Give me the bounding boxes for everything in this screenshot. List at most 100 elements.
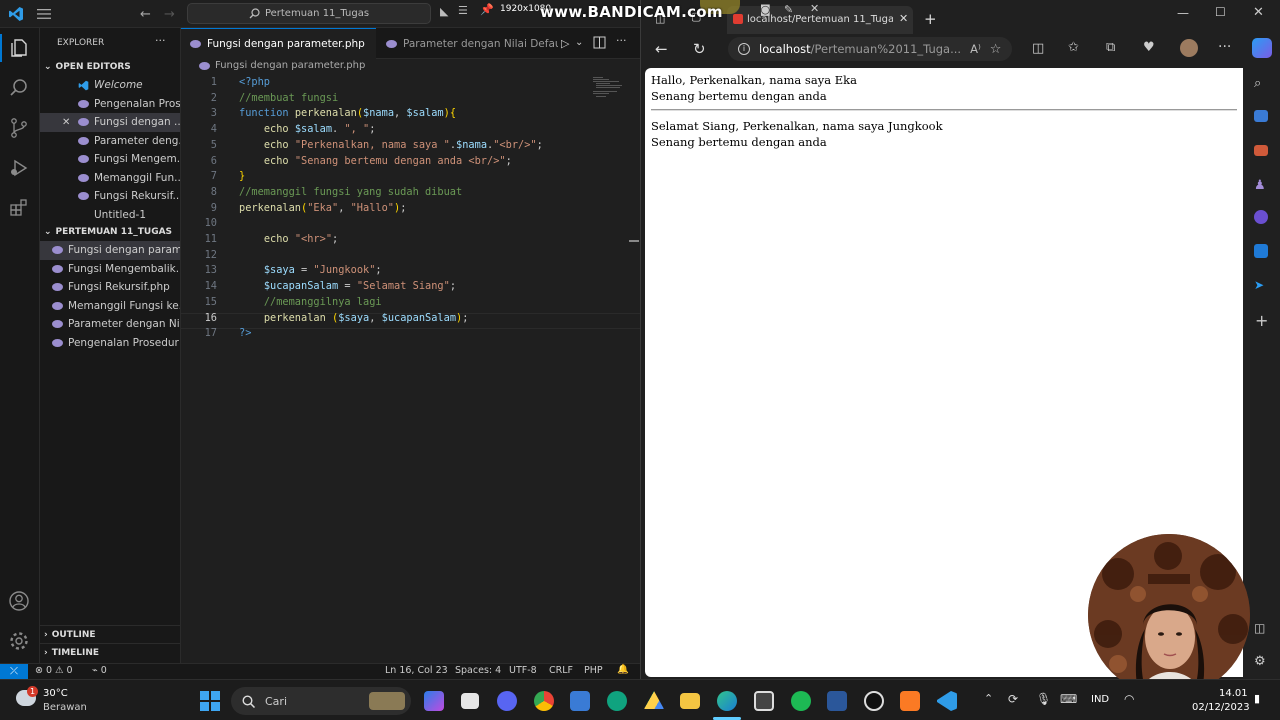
bandicam-icon[interactable] xyxy=(864,691,884,711)
more-menu-icon[interactable]: ··· xyxy=(1218,39,1231,55)
tab-fungsi-dengan-parameter[interactable]: Fungsi dengan parameter.php ✕ xyxy=(181,28,376,59)
minimap[interactable] xyxy=(591,76,625,98)
search-icon[interactable]: ⌕ xyxy=(1254,76,1261,91)
vscode-taskbar-icon[interactable] xyxy=(937,691,957,711)
chevron-down-icon[interactable]: ⌄ xyxy=(575,37,583,48)
file-item[interactable]: Pengenalan Prosedur ... xyxy=(40,334,180,353)
profile-avatar[interactable] xyxy=(1180,39,1198,57)
indentation[interactable]: Spaces: 4 xyxy=(455,665,501,676)
add-icon[interactable]: + xyxy=(1255,311,1268,330)
file-explorer-icon[interactable] xyxy=(680,693,700,709)
notification-icon[interactable]: ▮ xyxy=(1254,692,1260,705)
pencil-icon[interactable]: ✎ xyxy=(784,3,793,16)
browser-essentials-icon[interactable]: ♥ xyxy=(1143,40,1155,55)
copilot-icon[interactable] xyxy=(1252,38,1272,58)
open-editor-item[interactable]: ✕ Fungsi dengan ... xyxy=(40,113,180,132)
browser-tab-localhost[interactable]: localhost/Pertemuan 11_Tugas/F ✕ xyxy=(727,6,913,34)
code-line[interactable]: $saya = "Jungkook"; xyxy=(239,264,382,276)
minimize-icon[interactable]: — xyxy=(1177,6,1189,20)
menu-icon[interactable] xyxy=(37,8,51,20)
code-line[interactable]: <?php xyxy=(239,76,270,88)
code-line[interactable]: echo "Perkenalkan, nama saya ".$nama."<b… xyxy=(239,139,543,151)
chrome-icon[interactable] xyxy=(534,691,554,711)
chatgpt-icon[interactable] xyxy=(607,691,627,711)
taskbar-search[interactable]: Cari xyxy=(231,687,411,715)
close-tab-icon[interactable]: ✕ xyxy=(899,12,908,25)
store-icon[interactable] xyxy=(570,691,590,711)
code-line[interactable]: perkenalan("Eka", "Hallo"); xyxy=(239,202,406,214)
account-icon[interactable] xyxy=(8,590,32,614)
code-line[interactable]: ?> xyxy=(239,327,251,339)
address-bar[interactable]: i localhost/Pertemuan%2011_Tuga... A⁾ ☆ xyxy=(728,37,1012,61)
search-icon[interactable] xyxy=(8,77,32,101)
favorite-star-icon[interactable]: ☆ xyxy=(990,42,1002,57)
clock-time[interactable]: 14.01 xyxy=(1219,688,1248,699)
line-ending[interactable]: CRLF xyxy=(549,665,573,676)
outlook-icon[interactable] xyxy=(1254,244,1268,258)
tools-icon[interactable]: ♟ xyxy=(1254,178,1266,193)
task-view-icon[interactable] xyxy=(461,693,479,709)
open-editor-item[interactable]: Welcome xyxy=(40,76,180,95)
open-editor-item[interactable]: Memanggil Fun... xyxy=(40,169,180,188)
notifications-bell-icon[interactable]: 🔔 xyxy=(617,664,629,675)
close-icon[interactable]: ✕ xyxy=(62,117,70,128)
new-tab-icon[interactable]: + xyxy=(924,10,937,28)
file-item[interactable]: Parameter dengan Nil... xyxy=(40,315,180,334)
extensions-icon[interactable] xyxy=(8,197,32,221)
weather-condition[interactable]: Berawan xyxy=(43,702,87,713)
split-editor-icon[interactable] xyxy=(593,36,606,49)
forward-arrow-icon[interactable]: → xyxy=(164,7,175,22)
ports-status[interactable]: ⌁ 0 xyxy=(92,665,107,676)
open-editor-item[interactable]: Fungsi Rekursif.... xyxy=(40,187,180,206)
code-line[interactable]: //membuat fungsi xyxy=(239,92,338,104)
tab-parameter-nilai-default[interactable]: Parameter dengan Nilai Default xyxy=(377,28,558,59)
chevron-up-icon[interactable]: ⌃ xyxy=(984,692,993,705)
favorites-icon[interactable]: ✩ xyxy=(1068,40,1079,55)
maximize-icon[interactable]: ☐ xyxy=(1215,5,1226,19)
code-line[interactable]: $ucapanSalam = "Selamat Siang"; xyxy=(239,280,456,292)
games-icon[interactable] xyxy=(1254,210,1268,224)
open-editor-item[interactable]: Untitled-1 xyxy=(40,206,180,225)
file-item[interactable]: Memanggil Fungsi ke... xyxy=(40,297,180,316)
windows-start-icon[interactable] xyxy=(200,691,220,711)
input-language[interactable]: IND xyxy=(1091,694,1109,705)
settings-gear-icon[interactable] xyxy=(8,630,32,654)
shopping-icon[interactable] xyxy=(1254,145,1268,156)
code-line[interactable]: echo $salam. ", "; xyxy=(239,123,376,135)
open-editor-item[interactable]: Fungsi Mengem... xyxy=(40,150,180,169)
more-actions-icon[interactable]: ··· xyxy=(155,34,166,47)
refresh-icon[interactable]: ↻ xyxy=(693,40,706,58)
close-icon[interactable]: ✕ xyxy=(375,38,376,50)
file-item[interactable]: Fungsi dengan param... xyxy=(40,241,180,260)
collections-icon[interactable]: ⧉ xyxy=(1106,40,1115,55)
remote-icon[interactable]: ⤫ xyxy=(0,664,28,680)
close-recorder-icon[interactable]: ✕ xyxy=(810,2,819,15)
open-editors-header[interactable]: ⌄ OPEN EDITORS xyxy=(40,58,180,76)
code-line[interactable]: echo "<hr>"; xyxy=(239,233,338,245)
timeline-header[interactable]: › TIMELINE xyxy=(40,644,180,662)
code-line[interactable]: //memanggilnya lagi xyxy=(239,296,382,308)
list-icon[interactable]: ☰ xyxy=(458,4,468,17)
tag-icon[interactable] xyxy=(1254,110,1268,122)
read-aloud-icon[interactable]: A⁾ xyxy=(970,42,981,56)
code-line[interactable]: //memanggil fungsi yang sudah dibuat xyxy=(239,186,462,198)
run-debug-icon[interactable] xyxy=(8,157,32,181)
folder-header[interactable]: ⌄ PERTEMUAN 11_TUGAS xyxy=(40,223,180,241)
source-control-icon[interactable] xyxy=(8,117,32,141)
files-icon[interactable] xyxy=(8,37,32,61)
edge-icon[interactable] xyxy=(717,691,737,711)
file-item[interactable]: Fungsi Mengembalik... xyxy=(40,260,180,279)
cursor-position[interactable]: Ln 16, Col 23 xyxy=(385,665,448,676)
code-line[interactable]: echo "Senang bertemu dengan anda <br/>"; xyxy=(239,155,512,167)
file-item[interactable]: Fungsi Rekursif.php xyxy=(40,278,180,297)
google-drive-icon[interactable] xyxy=(644,691,664,709)
spotify-icon[interactable] xyxy=(791,691,811,711)
sidebar-layout-icon[interactable]: ◫ xyxy=(1254,621,1265,635)
problems-status[interactable]: ⊗ 0 ⚠ 0 xyxy=(35,665,73,676)
more-actions-icon[interactable]: ··· xyxy=(616,34,627,47)
clock-date[interactable]: 02/12/2023 xyxy=(1192,702,1250,713)
settings-gear-icon[interactable]: ⚙ xyxy=(1254,654,1266,669)
open-editor-item[interactable]: Parameter deng... xyxy=(40,132,180,151)
encoding[interactable]: UTF-8 xyxy=(509,665,537,676)
copilot-app-icon[interactable] xyxy=(424,691,444,711)
